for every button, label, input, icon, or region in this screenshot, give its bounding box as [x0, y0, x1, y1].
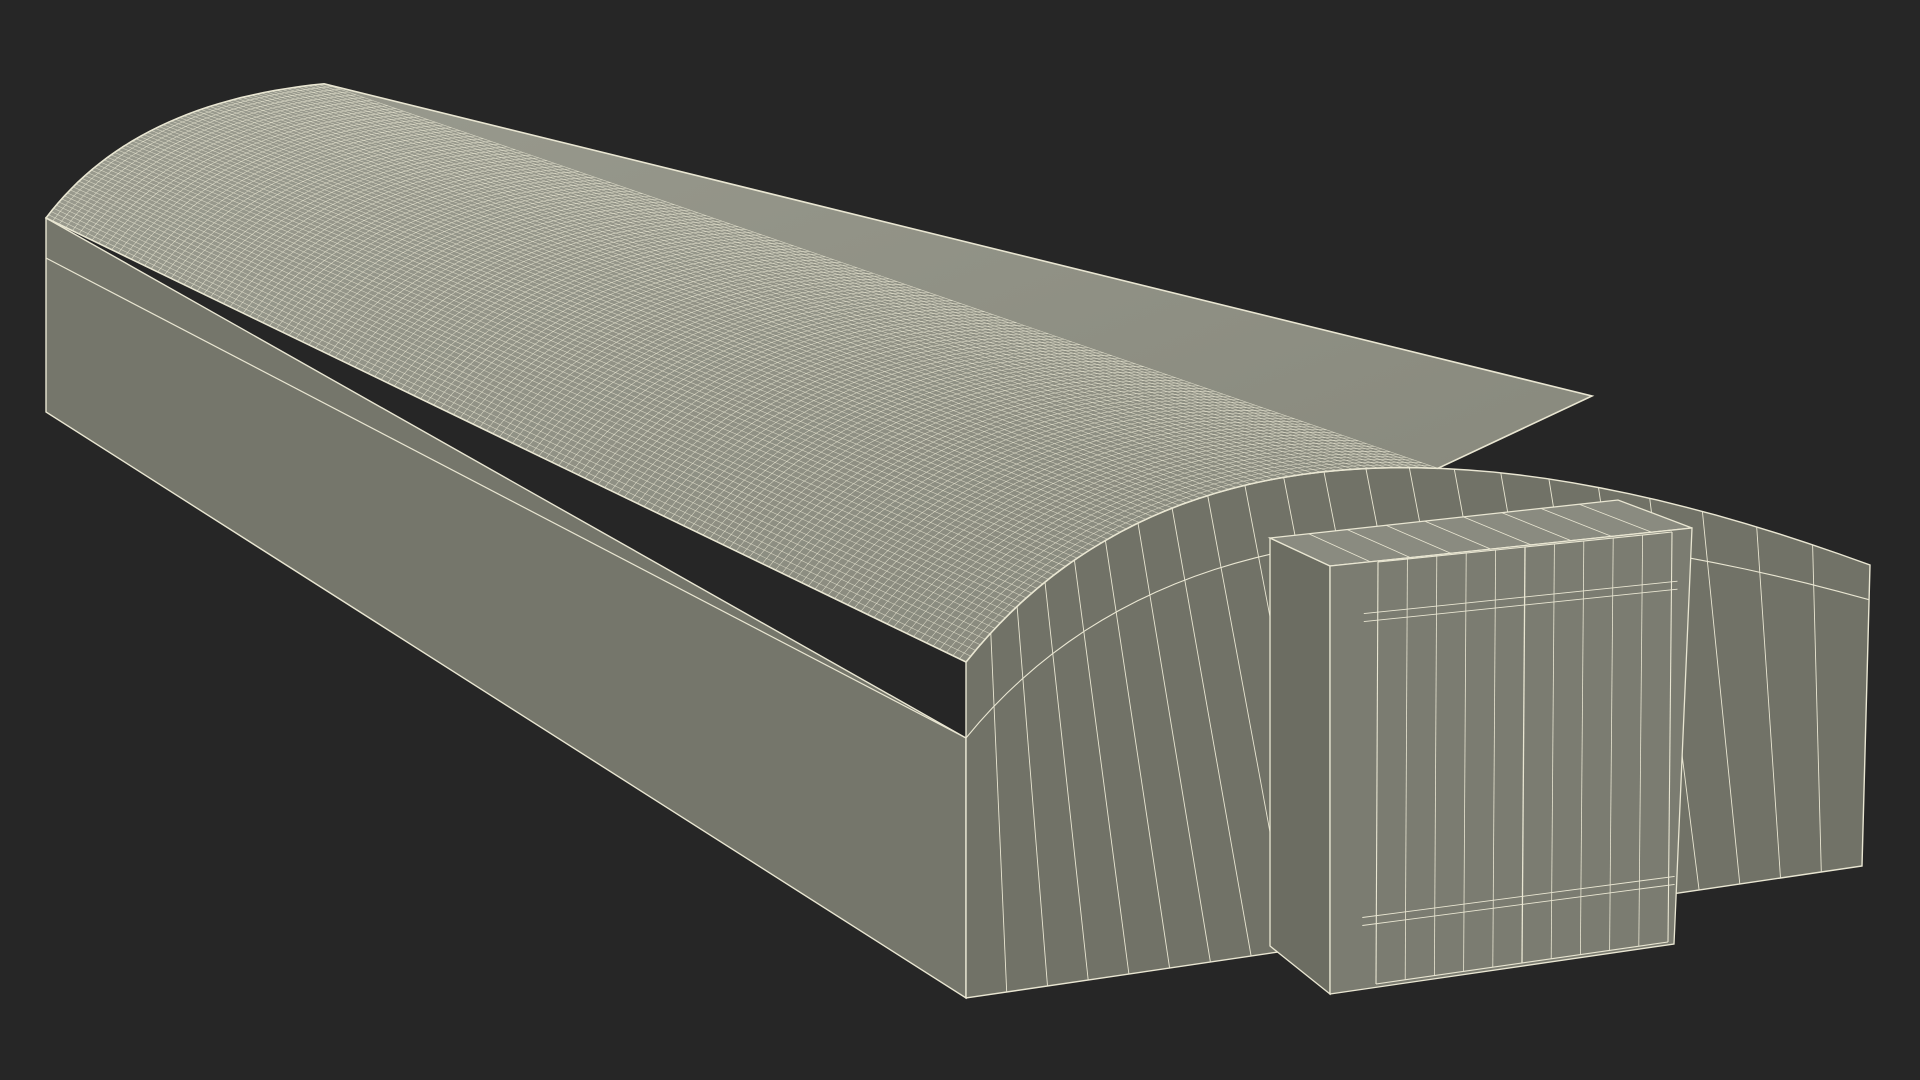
- entrance-vestibule: [1267, 499, 1693, 996]
- vestibule-side: [1269, 536, 1331, 996]
- render-viewport: [0, 0, 1920, 1080]
- vestibule-front: [1329, 527, 1693, 995]
- quonset-hut-model: [44, 82, 1871, 1000]
